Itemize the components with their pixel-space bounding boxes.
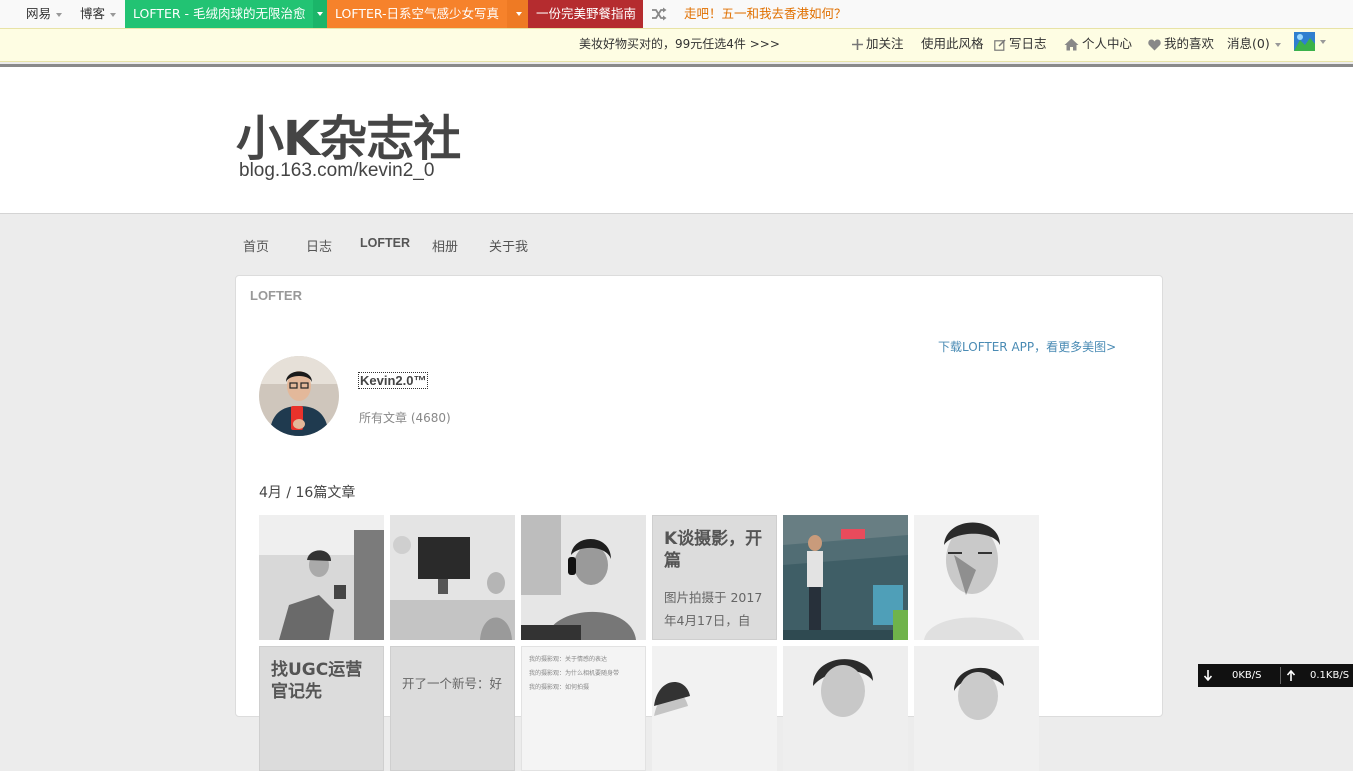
lofter-promo-tab-2[interactable]: LOFTER-日系空气感少女写真	[327, 0, 515, 28]
post-photo	[783, 646, 908, 771]
plus-icon	[852, 39, 863, 50]
post-thumbnail[interactable]	[652, 646, 777, 771]
post-photo	[259, 515, 384, 640]
text-post-card[interactable]: 开了一个新号：好	[390, 646, 515, 771]
my-likes-button[interactable]: 我的喜欢	[1148, 29, 1214, 59]
post-thumbnail[interactable]	[390, 515, 515, 640]
post-thumbnail[interactable]	[914, 515, 1039, 640]
messages-label: 消息(0)	[1227, 36, 1270, 51]
download-app-link[interactable]: 下载LOFTER APP，看更多美图>	[938, 338, 1116, 355]
top-navigation-bar: 网易 博客 LOFTER - 毛绒肉球的无限治愈 LOFTER-日系空气感少女写…	[0, 0, 1353, 29]
post-photo	[914, 515, 1039, 640]
post-thumbnail[interactable]	[914, 646, 1039, 771]
lofter-promo-tab-1[interactable]: LOFTER - 毛绒肉球的无限治愈	[125, 0, 321, 28]
personal-center-label: 个人中心	[1082, 36, 1133, 51]
post-thumbnail[interactable]	[521, 515, 646, 640]
blog-title[interactable]: 小K杂志社	[236, 99, 461, 169]
lofter-promo-label-2: LOFTER-日系空气感少女写真	[335, 6, 500, 21]
picnic-guide-label: 一份完美野餐指南	[536, 6, 637, 21]
user-avatar-menu[interactable]	[1294, 32, 1326, 54]
write-blog-label: 写日志	[1009, 36, 1047, 51]
panel-title: LOFTER	[250, 288, 302, 303]
nav-album[interactable]: 相册	[432, 236, 458, 255]
post-thumbnail[interactable]	[783, 646, 908, 771]
nav-home[interactable]: 首页	[243, 236, 269, 255]
blog-url: blog.163.com/kevin2_0	[239, 160, 435, 181]
download-speed: 0KB/S	[1232, 670, 1262, 681]
user-name[interactable]: Kevin2.0™	[358, 372, 429, 389]
avatar-photo	[259, 356, 339, 436]
write-blog-button[interactable]: 写日志	[994, 29, 1047, 59]
home-icon	[1064, 38, 1079, 51]
speed-divider	[1280, 667, 1281, 684]
nav-lofter[interactable]: LOFTER	[360, 236, 410, 250]
text-post-title: 找UGC运营官记先	[271, 660, 363, 702]
nav-about[interactable]: 关于我	[489, 236, 528, 255]
post-photo	[652, 646, 777, 771]
edit-icon	[994, 38, 1006, 51]
user-avatar[interactable]	[259, 356, 339, 436]
list-post-line: 我的摄影观：如何拍摄	[529, 684, 590, 691]
promo-link[interactable]: 走吧！五一和我去香港如何？	[684, 0, 847, 28]
post-thumbnail[interactable]	[783, 515, 908, 640]
my-likes-label: 我的喜欢	[1164, 36, 1215, 51]
messages-button[interactable]: 消息(0)	[1227, 29, 1281, 59]
picnic-guide-tab[interactable]: 一份完美野餐指南	[528, 0, 643, 28]
chevron-down-icon	[317, 12, 323, 16]
lofter-panel: LOFTER 下载LOFTER APP，看更多美图> Kevin2.0™ 所有文…	[235, 275, 1163, 771]
shuffle-icon[interactable]	[651, 7, 667, 21]
post-photo	[390, 515, 515, 640]
heart-icon	[1148, 39, 1161, 50]
netease-menu[interactable]: 网易	[26, 0, 63, 28]
use-style-label: 使用此风格	[921, 36, 984, 51]
post-photo	[521, 515, 646, 640]
upload-arrow-icon	[1287, 670, 1295, 681]
user-avatar-thumb	[1294, 32, 1315, 51]
personal-center-button[interactable]: 个人中心	[1064, 29, 1132, 59]
text-post-excerpt: 开了一个新号：好	[402, 676, 503, 691]
list-post-line: 我的摄影观：关于情感的表达	[529, 656, 608, 663]
notice-text[interactable]: 美妆好物买对的，99元任选4件 >>>	[579, 29, 780, 59]
chevron-down-icon	[110, 12, 117, 17]
text-post-excerpt: 图片拍摄于 2017年4月17日，自	[664, 590, 763, 628]
lofter-promo-label-1: LOFTER - 毛绒肉球的无限治愈	[133, 6, 306, 21]
use-style-button[interactable]: 使用此风格	[921, 29, 984, 59]
upload-speed: 0.1KB/S	[1310, 670, 1350, 681]
follow-label: 加关注	[866, 36, 904, 51]
list-post-card[interactable]: 我的摄影观：关于情感的表达 我的摄影观：为什么相机要随身带 我的摄影观：如何拍摄	[521, 646, 646, 771]
chevron-down-icon	[1320, 40, 1326, 44]
netease-label: 网易	[26, 6, 52, 21]
list-post-line: 我的摄影观：为什么相机要随身带	[529, 670, 620, 677]
post-photo	[783, 515, 908, 640]
chevron-down-icon	[1274, 42, 1281, 47]
text-post-card[interactable]: 找UGC运营官记先	[259, 646, 384, 771]
blog-header: 小K杂志社 blog.163.com/kevin2_0	[0, 67, 1353, 214]
nav-blog[interactable]: 日志	[306, 236, 332, 255]
lofter-promo-2-dropdown[interactable]	[507, 0, 528, 28]
chevron-down-icon	[516, 12, 522, 16]
chevron-down-icon	[56, 12, 63, 17]
network-speed-widget: 0KB/S 0.1KB/S	[1198, 664, 1353, 687]
month-heading: 4月 / 16篇文章	[259, 485, 356, 501]
post-photo	[914, 646, 1039, 771]
text-post-title: K谈摄影，开篇	[664, 529, 763, 571]
download-arrow-icon	[1204, 670, 1212, 681]
all-posts-count[interactable]: 所有文章 (4680)	[359, 409, 451, 426]
text-post-card[interactable]: K谈摄影，开篇 图片拍摄于 2017年4月17日，自	[652, 515, 777, 640]
notice-bar: 美妆好物买对的，99元任选4件 >>> 加关注 使用此风格 写日志 个人中心 我…	[0, 28, 1353, 62]
post-thumbnail[interactable]	[259, 515, 384, 640]
blog-label: 博客	[80, 6, 106, 21]
blog-menu[interactable]: 博客	[80, 0, 117, 28]
follow-button[interactable]: 加关注	[852, 29, 904, 59]
